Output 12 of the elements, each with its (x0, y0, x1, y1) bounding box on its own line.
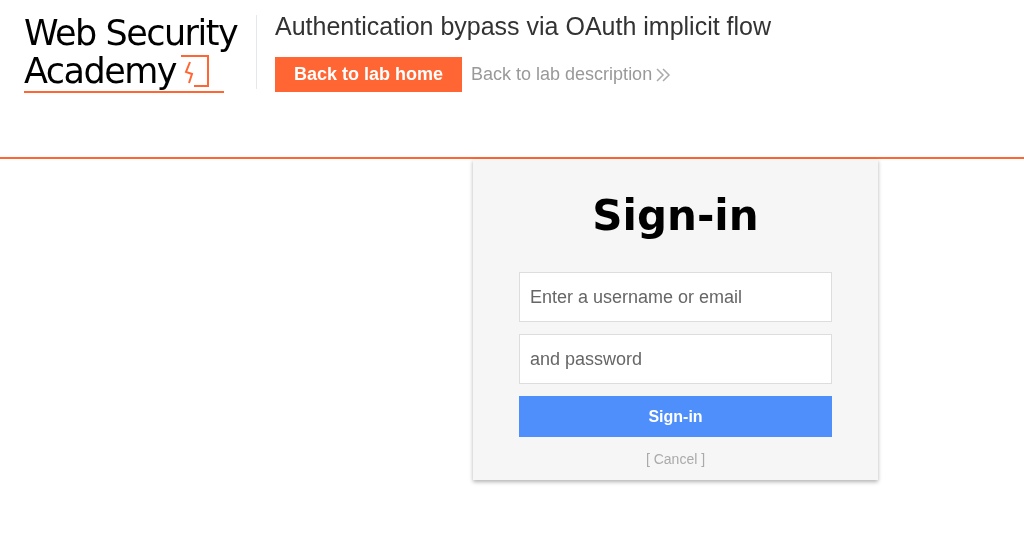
sign-in-title: Sign-in (592, 191, 759, 241)
logo-text: Academy (24, 52, 177, 90)
double-chevron-icon (655, 67, 672, 82)
lightning-bolt-icon (180, 54, 211, 88)
logo-text: Web Security (24, 14, 239, 52)
underline-icon (24, 90, 224, 94)
password-field[interactable]: and password (519, 334, 832, 384)
back-to-lab-description-link[interactable]: Back to lab description (471, 61, 653, 88)
cancel-link[interactable]: [ Cancel ] (645, 449, 706, 470)
sign-in-button[interactable]: Sign-in (519, 396, 832, 437)
back-to-lab-home-button[interactable]: Back to lab home (275, 57, 463, 92)
username-field[interactable]: Enter a username or email (519, 272, 832, 322)
